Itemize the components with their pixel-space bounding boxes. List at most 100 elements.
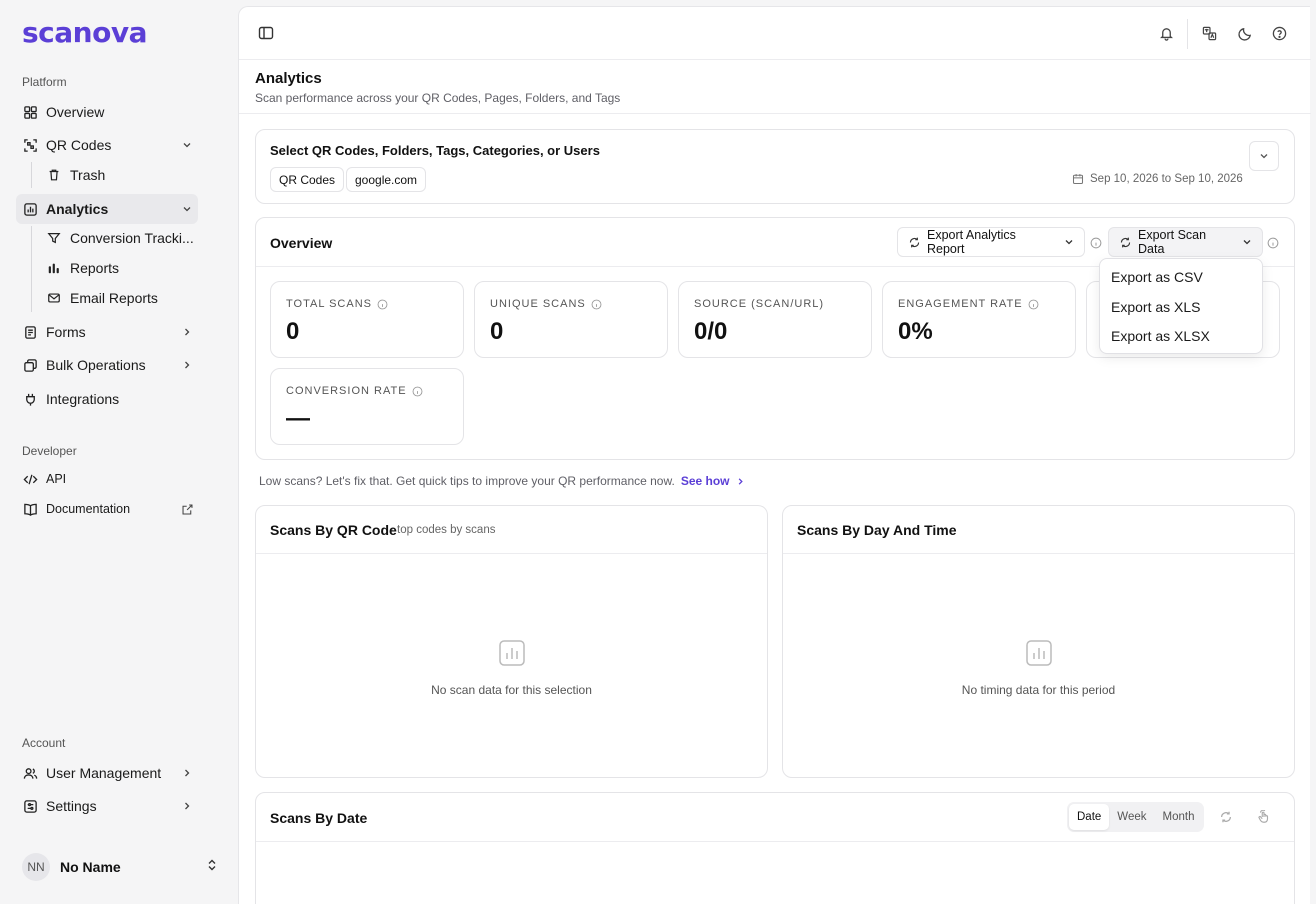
sidebar: scanova Platform Overview QR Codes Trash… — [0, 0, 238, 904]
menu-item-export-xls[interactable]: Export as XLS — [1111, 299, 1201, 315]
users-icon — [22, 765, 38, 781]
grid-icon — [22, 104, 38, 120]
scans-by-date-card: Scans By Date Date Week Month — [255, 792, 1295, 904]
touch-icon[interactable] — [1252, 805, 1276, 829]
scans-by-date-title: Scans By Date — [270, 810, 368, 826]
info-icon[interactable] — [591, 299, 602, 310]
stat-label: ENGAGEMENT RATE — [898, 298, 1023, 310]
date-range[interactable]: Sep 10, 2026 to Sep 10, 2026 — [1072, 173, 1243, 185]
export-scan-data-button[interactable]: Export Scan Data — [1108, 227, 1263, 257]
sidebar-item-label: API — [46, 472, 67, 486]
sidebar-item-bulk-operations[interactable]: Bulk Operations — [16, 350, 198, 380]
chevron-down-icon — [180, 138, 194, 152]
chevron-right-icon — [180, 799, 194, 813]
stat-label: UNIQUE SCANS — [490, 298, 586, 310]
submenu-line — [31, 226, 32, 312]
bell-icon[interactable] — [1154, 21, 1178, 45]
plug-icon — [22, 391, 38, 407]
empty-chart-icon — [498, 639, 526, 667]
refresh-icon[interactable] — [1214, 805, 1238, 829]
sidebar-item-label: Overview — [46, 104, 105, 120]
book-icon — [22, 501, 38, 517]
filter-expand-button[interactable] — [1249, 141, 1279, 171]
export-analytics-report-label: Export Analytics Report — [927, 228, 1016, 256]
segment-week[interactable]: Week — [1109, 804, 1154, 830]
sidebar-item-label: Forms — [46, 324, 86, 340]
moon-icon[interactable] — [1233, 21, 1257, 45]
refresh-icon — [1119, 236, 1132, 249]
calendar-icon — [1072, 173, 1084, 185]
sidebar-item-forms[interactable]: Forms — [16, 317, 198, 347]
chevron-down-icon — [1064, 237, 1074, 247]
stat-total-scans: TOTAL SCANS 0 — [270, 281, 464, 358]
external-link-icon — [180, 502, 194, 516]
user-name: No Name — [60, 859, 121, 875]
sidebar-toggle-icon[interactable] — [254, 21, 278, 45]
sidebar-item-email-reports[interactable]: Email Reports — [40, 283, 198, 313]
stat-value: — — [286, 405, 310, 432]
sidebar-item-overview[interactable]: Overview — [16, 97, 198, 127]
bar-chart-icon — [46, 260, 62, 276]
sidebar-item-integrations[interactable]: Integrations — [16, 384, 198, 414]
export-analytics-report-button[interactable]: Export Analytics Report — [897, 227, 1085, 257]
chevron-down-icon — [180, 202, 194, 216]
menu-item-export-xlsx[interactable]: Export as XLSX — [1111, 328, 1210, 344]
user-menu[interactable]: NN No Name — [22, 852, 218, 882]
scans-by-day-card: Scans By Day And Time No timing data for… — [782, 505, 1295, 778]
brand-logo[interactable]: scanova — [22, 16, 147, 49]
scans-by-qr-code-card: Scans By QR Code · top codes by scans No… — [255, 505, 768, 778]
menu-item-export-csv[interactable]: Export as CSV — [1111, 269, 1203, 285]
scans-by-qr-code-title: Scans By QR Code — [270, 522, 397, 538]
see-how-link[interactable]: See how — [681, 474, 745, 488]
info-icon[interactable] — [1267, 236, 1279, 254]
info-icon[interactable] — [377, 299, 388, 310]
stat-label: SOURCE (SCAN/URL) — [694, 298, 825, 310]
main-panel: Analytics Scan performance across your Q… — [238, 6, 1311, 904]
sidebar-item-qr-codes[interactable]: QR Codes — [16, 130, 198, 160]
chart-icon — [22, 201, 38, 217]
sidebar-item-conversion-tracking[interactable]: Conversion Tracki... — [40, 223, 198, 253]
sidebar-item-settings[interactable]: Settings — [16, 791, 198, 821]
info-icon[interactable] — [1028, 299, 1039, 310]
chevron-right-icon — [180, 766, 194, 780]
stat-label: TOTAL SCANS — [286, 298, 372, 310]
sidebar-item-trash[interactable]: Trash — [40, 160, 198, 190]
stat-label: CONVERSION RATE — [286, 385, 407, 397]
translate-icon[interactable] — [1197, 21, 1221, 45]
form-icon — [22, 324, 38, 340]
tips-hint-text: Low scans? Let's fix that. Get quick tip… — [259, 474, 675, 488]
section-developer-label: Developer — [22, 444, 77, 458]
tips-hint: Low scans? Let's fix that. Get quick tip… — [259, 474, 745, 488]
segment-date[interactable]: Date — [1069, 804, 1110, 830]
sidebar-item-label: Documentation — [46, 502, 131, 516]
date-granularity-toggle: Date Week Month — [1067, 802, 1205, 832]
submenu-line — [31, 162, 32, 188]
sidebar-item-label: Email Reports — [70, 290, 158, 306]
avatar: NN — [22, 853, 50, 881]
sidebar-item-documentation[interactable]: Documentation — [16, 494, 198, 524]
segment-month[interactable]: Month — [1155, 804, 1203, 830]
code-icon — [22, 471, 38, 487]
date-range-text: Sep 10, 2026 to Sep 10, 2026 — [1090, 173, 1243, 185]
filter-chip-domain[interactable]: google.com — [346, 167, 427, 192]
info-icon[interactable] — [412, 386, 423, 397]
empty-state: No scan data for this selection — [256, 639, 767, 697]
chevron-right-icon — [180, 358, 194, 372]
filter-chip-qr-codes[interactable]: QR Codes — [270, 167, 345, 192]
divider — [1187, 19, 1188, 49]
sidebar-item-analytics[interactable]: Analytics — [16, 194, 198, 224]
help-icon[interactable] — [1267, 21, 1291, 45]
filter-icon — [46, 230, 62, 246]
trash-icon — [46, 167, 62, 183]
section-account-label: Account — [22, 736, 66, 750]
sidebar-item-reports[interactable]: Reports — [40, 253, 198, 283]
sidebar-item-api[interactable]: API — [16, 464, 198, 494]
stat-value: 0/0 — [694, 318, 728, 345]
export-scan-data-label: Export Scan Data — [1138, 228, 1207, 256]
top-bar — [239, 7, 1311, 60]
divider — [256, 841, 1294, 842]
stat-engagement-rate: ENGAGEMENT RATE 0% — [882, 281, 1076, 358]
info-icon[interactable] — [1090, 236, 1102, 254]
empty-state-text: No scan data for this selection — [431, 683, 592, 697]
sidebar-item-user-management[interactable]: User Management — [16, 758, 198, 788]
